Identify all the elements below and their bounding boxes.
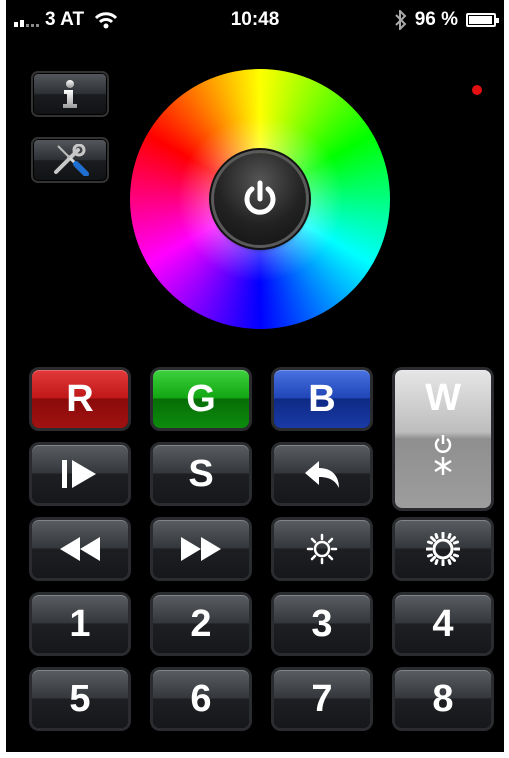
back-arrow-icon <box>305 461 339 488</box>
power-icon <box>244 180 276 215</box>
info-icon <box>63 80 77 108</box>
preset-8-button[interactable]: 8 <box>395 670 491 728</box>
green-button[interactable]: G <box>153 370 249 428</box>
battery-percent: 96 % <box>414 9 458 30</box>
status-indicator-dot <box>472 85 482 95</box>
rewind-button[interactable] <box>32 520 128 578</box>
white-button[interactable]: W <box>395 370 491 508</box>
status-right: 96 % <box>394 9 499 31</box>
bluetooth-icon <box>394 10 407 30</box>
app-screen: 3 AT 10:48 96 % R G B W S 1 2 3 4 5 6 7 … <box>6 0 504 752</box>
asterisk-icon <box>434 457 452 475</box>
preset-7-button[interactable]: 7 <box>274 670 370 728</box>
preset-1-button[interactable]: 1 <box>32 595 128 653</box>
fast-forward-icon <box>181 537 221 561</box>
back-button[interactable] <box>274 445 370 503</box>
info-button[interactable] <box>31 71 109 117</box>
power-button[interactable] <box>214 153 306 245</box>
brightness-low-icon <box>306 533 338 565</box>
white-power-flash-icons <box>433 434 453 476</box>
preset-3-button[interactable]: 3 <box>274 595 370 653</box>
tools-wrench-screwdriver-icon <box>54 144 89 176</box>
brightness-high-icon <box>426 532 460 566</box>
fast-forward-button[interactable] <box>153 520 249 578</box>
brightness-down-button[interactable] <box>274 520 370 578</box>
play-icon <box>62 460 96 488</box>
brightness-up-button[interactable] <box>395 520 491 578</box>
small-power-icon <box>434 435 452 453</box>
s-button[interactable]: S <box>153 445 249 503</box>
battery-icon <box>466 13 499 27</box>
white-button-label: W <box>425 377 461 419</box>
status-bar: 3 AT 10:48 96 % <box>6 0 504 40</box>
settings-button[interactable] <box>31 137 109 183</box>
battery-level-fill <box>469 16 492 24</box>
rewind-icon <box>60 537 100 561</box>
preset-4-button[interactable]: 4 <box>395 595 491 653</box>
blue-button[interactable]: B <box>274 370 370 428</box>
red-button[interactable]: R <box>32 370 128 428</box>
play-button[interactable] <box>32 445 128 503</box>
preset-2-button[interactable]: 2 <box>153 595 249 653</box>
preset-6-button[interactable]: 6 <box>153 670 249 728</box>
preset-5-button[interactable]: 5 <box>32 670 128 728</box>
